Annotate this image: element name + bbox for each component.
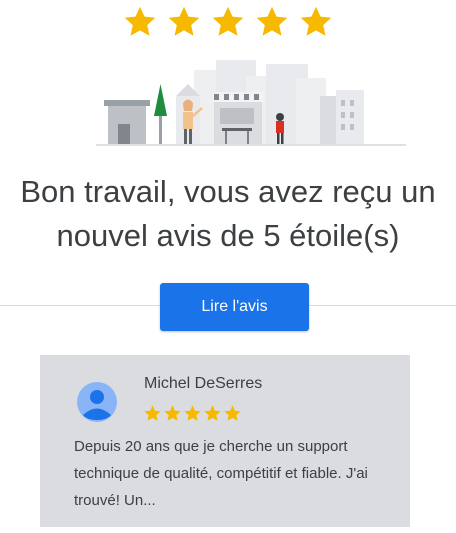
star-icon xyxy=(204,405,221,421)
headline-line-2: nouvel avis de 5 étoile(s) xyxy=(56,218,400,253)
read-review-button[interactable]: Lire l'avis xyxy=(160,283,309,331)
street-illustration xyxy=(96,60,406,146)
star-icon xyxy=(124,6,156,36)
star-icon xyxy=(256,6,288,36)
star-icon xyxy=(164,405,181,421)
review-card: Michel DeSerres Depuis 20 ans que je che… xyxy=(40,355,410,527)
person-avatar-icon xyxy=(77,382,117,422)
star-icon xyxy=(184,405,201,421)
star-icon xyxy=(224,405,241,421)
star-icon xyxy=(212,6,244,36)
review-text: Depuis 20 ans que je cherche un support … xyxy=(74,438,368,509)
star-icon xyxy=(300,6,332,36)
star-icon xyxy=(168,6,200,36)
star-icon xyxy=(144,405,161,421)
headline: Bon travail, vous avez reçu un nouvel av… xyxy=(0,170,456,258)
rating-stars xyxy=(0,4,456,40)
headline-line-1: Bon travail, vous avez reçu un xyxy=(20,174,436,209)
reviewer-name: Michel DeSerres xyxy=(144,375,263,392)
review-stars xyxy=(143,404,242,423)
